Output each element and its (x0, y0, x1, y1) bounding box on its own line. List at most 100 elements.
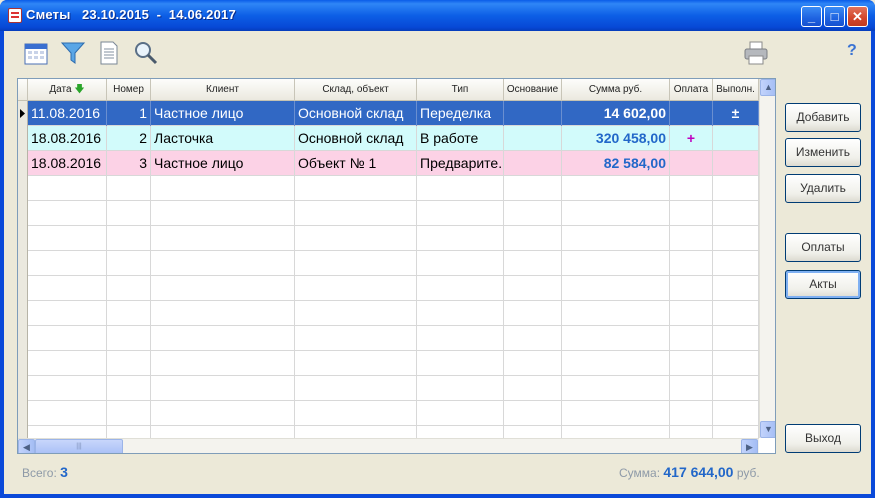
horizontal-scrollbar[interactable]: ◀ ||| ▶ (18, 438, 759, 453)
acts-button[interactable]: Акты (785, 270, 861, 299)
exit-button[interactable]: Выход (785, 424, 861, 453)
cell-basis (504, 276, 562, 301)
cell-basis (504, 326, 562, 351)
cell-done (713, 326, 759, 351)
column-header-date[interactable]: Дата 🡇 (28, 79, 107, 101)
cell-type[interactable]: Предварите. (417, 151, 504, 176)
scroll-right-button[interactable]: ▶ (741, 439, 758, 453)
cell-date[interactable]: 18.08.2016 (28, 151, 107, 176)
empty-table-row (28, 401, 759, 426)
cell-basis[interactable] (504, 101, 562, 126)
cell-date[interactable]: 11.08.2016 (28, 101, 107, 126)
table-row[interactable]: 18.08.2016 2 Ласточка Основной склад В работ… (28, 126, 759, 151)
cell-warehouse[interactable]: Основной склад (295, 126, 417, 151)
sort-arrow-icon: 🡇 (74, 84, 85, 95)
cell-client (151, 201, 295, 226)
cell-date[interactable]: 18.08.2016 (28, 126, 107, 151)
cell-number[interactable]: 3 (107, 151, 151, 176)
cell-client (151, 376, 295, 401)
cell-type[interactable]: Переделка (417, 101, 504, 126)
cell-date (28, 276, 107, 301)
row-selector-column[interactable] (18, 101, 28, 439)
cell-sum[interactable]: 320 458,00 (562, 126, 670, 151)
cell-number[interactable]: 2 (107, 126, 151, 151)
cell-sum (562, 201, 670, 226)
cell-done (713, 276, 759, 301)
cell-payment[interactable]: + (670, 126, 713, 151)
empty-table-row (28, 276, 759, 301)
cell-payment[interactable] (670, 151, 713, 176)
cell-type (417, 201, 504, 226)
column-header-client[interactable]: Клиент (151, 79, 295, 101)
cell-warehouse (295, 376, 417, 401)
cell-number (107, 251, 151, 276)
cell-client (151, 326, 295, 351)
cell-warehouse (295, 201, 417, 226)
cell-basis (504, 301, 562, 326)
minimize-button[interactable]: _ (801, 6, 822, 27)
column-header-type[interactable]: Тип (417, 79, 504, 101)
maximize-button[interactable]: □ (824, 6, 845, 27)
table-row[interactable]: 11.08.2016 1 Частное лицо Основной склад Пер… (28, 101, 759, 126)
cell-sum[interactable]: 82 584,00 (562, 151, 670, 176)
document-icon[interactable] (96, 40, 122, 66)
cell-done (713, 176, 759, 201)
cell-done (713, 201, 759, 226)
delete-button[interactable]: Удалить (785, 174, 861, 203)
cell-done (713, 251, 759, 276)
cell-type (417, 376, 504, 401)
vertical-scrollbar[interactable]: ▲ ▼ (759, 79, 775, 438)
empty-table-row (28, 301, 759, 326)
payments-button[interactable]: Оплаты (785, 233, 861, 262)
cell-done[interactable]: ± (713, 101, 759, 126)
cell-sum (562, 226, 670, 251)
edit-button[interactable]: Изменить (785, 138, 861, 167)
cell-client[interactable]: Частное лицо (151, 151, 295, 176)
cell-basis[interactable] (504, 151, 562, 176)
empty-table-row (28, 201, 759, 226)
filter-icon[interactable] (60, 40, 86, 66)
cell-done[interactable] (713, 151, 759, 176)
estimates-table[interactable]: Дата 🡇 Номер Клиент Склад, объект Тип Ос… (17, 78, 776, 454)
cell-client (151, 251, 295, 276)
help-icon[interactable]: ? (847, 42, 857, 60)
printer-icon[interactable] (743, 40, 769, 66)
close-button[interactable]: ✕ (847, 6, 868, 27)
cell-number[interactable]: 1 (107, 101, 151, 126)
cell-warehouse[interactable]: Основной склад (295, 101, 417, 126)
calendar-icon[interactable] (23, 40, 49, 66)
cell-payment[interactable] (670, 101, 713, 126)
cell-warehouse (295, 251, 417, 276)
header-corner (18, 79, 28, 101)
title-bar[interactable]: Сметы 23.10.2015 - 14.06.2017 _ □ ✕ (0, 0, 875, 31)
scroll-down-button[interactable]: ▼ (760, 421, 775, 438)
column-header-warehouse[interactable]: Склад, объект (295, 79, 417, 101)
horizontal-scroll-thumb[interactable]: ||| (35, 439, 123, 453)
column-header-basis[interactable]: Основание (504, 79, 562, 101)
cell-type[interactable]: В работе (417, 126, 504, 151)
cell-warehouse (295, 176, 417, 201)
cell-sum[interactable]: 14 602,00 (562, 101, 670, 126)
cell-date (28, 351, 107, 376)
search-icon[interactable] (133, 40, 159, 66)
cell-client[interactable]: Ласточка (151, 126, 295, 151)
column-header-sum[interactable]: Сумма руб. (562, 79, 670, 101)
cell-basis[interactable] (504, 126, 562, 151)
cell-done[interactable] (713, 126, 759, 151)
cell-warehouse[interactable]: Объект № 1 (295, 151, 417, 176)
column-header-payment[interactable]: Оплата (670, 79, 713, 101)
add-button[interactable]: Добавить (785, 103, 861, 132)
cell-client[interactable]: Частное лицо (151, 101, 295, 126)
scroll-up-button[interactable]: ▲ (760, 79, 775, 96)
cell-sum (562, 351, 670, 376)
column-header-number[interactable]: Номер (107, 79, 151, 101)
column-header-done[interactable]: Выполн. (713, 79, 759, 101)
cell-payment (670, 251, 713, 276)
table-row[interactable]: 18.08.2016 3 Частное лицо Объект № 1 Предвар… (28, 151, 759, 176)
cell-client (151, 176, 295, 201)
cell-basis (504, 351, 562, 376)
cell-type (417, 301, 504, 326)
cell-number (107, 301, 151, 326)
cell-type (417, 326, 504, 351)
scroll-left-button[interactable]: ◀ (18, 439, 35, 453)
